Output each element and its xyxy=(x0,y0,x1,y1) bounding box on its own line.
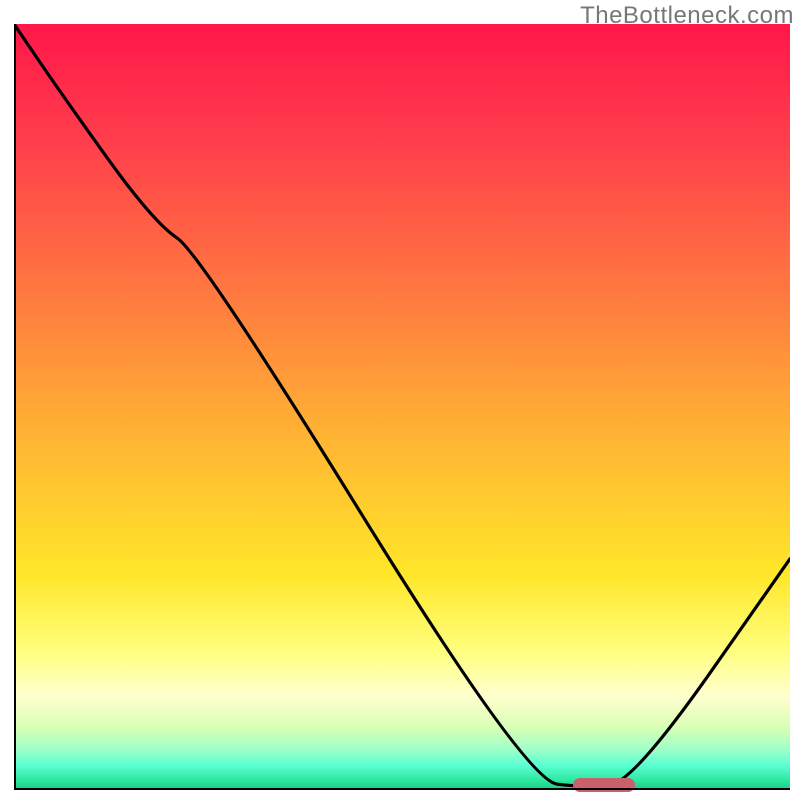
chart-canvas: TheBottleneck.com xyxy=(0,0,800,800)
y-axis-line xyxy=(14,24,16,790)
plot-area xyxy=(14,24,790,788)
curve-svg xyxy=(14,24,790,788)
x-axis-line xyxy=(14,788,790,790)
bottleneck-curve xyxy=(14,24,790,786)
